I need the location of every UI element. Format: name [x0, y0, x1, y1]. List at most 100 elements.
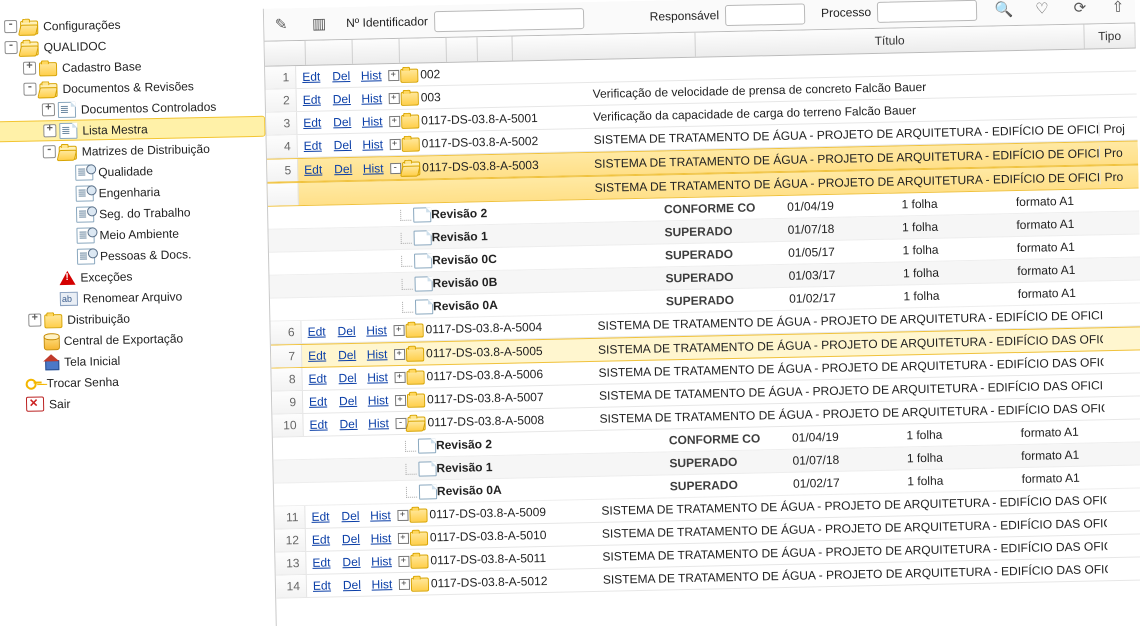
expand-icon[interactable]: + — [398, 579, 409, 590]
del-link[interactable]: Del — [327, 92, 357, 107]
edt-link[interactable]: Edt — [297, 115, 327, 130]
edt-link[interactable]: Edt — [298, 162, 328, 177]
upload-icon[interactable]: ⇧ — [1107, 0, 1129, 18]
hist-link[interactable]: Hist — [361, 323, 391, 338]
expand-icon[interactable]: + — [388, 93, 399, 104]
edt-link[interactable]: Edt — [312, 532, 330, 546]
expand-cell[interactable]: + — [388, 138, 402, 150]
expand-icon[interactable]: + — [28, 313, 41, 326]
edt-link[interactable]: Edt — [302, 371, 332, 386]
hist-link[interactable]: Hist — [363, 393, 393, 408]
collapse-icon[interactable]: - — [395, 418, 406, 429]
hist-link[interactable]: Hist — [358, 161, 388, 176]
expand-cell[interactable]: + — [396, 532, 410, 544]
expand-cell[interactable]: + — [397, 578, 411, 590]
heart-icon[interactable]: ♡ — [1031, 0, 1053, 20]
edt-link[interactable]: Edt — [312, 555, 330, 569]
del-link[interactable]: Del — [338, 348, 356, 362]
edt-link[interactable]: Edt — [303, 394, 333, 409]
expand-cell[interactable]: + — [387, 115, 401, 127]
collapse-icon[interactable]: - — [4, 20, 17, 33]
edt-link[interactable]: Edt — [308, 349, 326, 363]
hist-link[interactable]: Hist — [370, 531, 391, 545]
search-icon[interactable]: 🔍 — [993, 0, 1015, 20]
edt-link[interactable]: Edt — [307, 325, 325, 339]
hist-link[interactable]: Hist — [362, 370, 392, 385]
del-link[interactable]: Del — [333, 394, 363, 409]
hist-link[interactable]: Hist — [356, 68, 386, 83]
hist-link[interactable]: Hist — [365, 508, 395, 523]
ident-input[interactable] — [434, 8, 584, 32]
expand-cell[interactable]: + — [395, 509, 409, 521]
del-link[interactable]: Del — [339, 417, 357, 431]
edt-link[interactable]: Edt — [313, 578, 331, 592]
collapse-icon[interactable]: - — [4, 41, 17, 54]
expand-cell[interactable]: + — [386, 69, 400, 81]
edt-link[interactable]: Edt — [302, 348, 332, 363]
proc-input[interactable] — [877, 0, 977, 22]
del-link[interactable]: Del — [336, 532, 366, 547]
tree-item[interactable]: Sair — [3, 389, 271, 416]
collapse-icon[interactable]: - — [43, 145, 56, 158]
refresh-icon[interactable]: ⟳ — [1069, 0, 1091, 19]
hist-link[interactable]: Hist — [361, 68, 382, 82]
del-link[interactable]: Del — [341, 509, 359, 523]
hist-link[interactable]: Hist — [357, 91, 387, 106]
collapse-icon[interactable]: - — [390, 163, 401, 174]
edt-link[interactable]: Edt — [311, 509, 329, 523]
expand-icon[interactable]: + — [397, 533, 408, 544]
del-link[interactable]: Del — [337, 578, 367, 593]
del-link[interactable]: Del — [335, 509, 365, 524]
hist-link[interactable]: Hist — [366, 531, 396, 546]
edt-link[interactable]: Edt — [302, 70, 320, 84]
expand-icon[interactable]: + — [394, 395, 405, 406]
hist-link[interactable]: Hist — [357, 114, 387, 129]
edt-link[interactable]: Edt — [308, 372, 326, 386]
edt-link[interactable]: Edt — [304, 163, 322, 177]
hist-link[interactable]: Hist — [371, 577, 392, 591]
hist-link[interactable]: Hist — [367, 370, 388, 384]
expand-icon[interactable]: + — [394, 372, 405, 383]
del-link[interactable]: Del — [336, 555, 366, 570]
expand-cell[interactable]: + — [396, 555, 410, 567]
del-link[interactable]: Del — [343, 578, 361, 592]
del-link[interactable]: Del — [342, 555, 360, 569]
expand-cell[interactable]: + — [392, 371, 406, 383]
del-link[interactable]: Del — [331, 324, 361, 339]
del-link[interactable]: Del — [333, 92, 351, 106]
edt-link[interactable]: Edt — [306, 532, 336, 547]
edt-link[interactable]: Edt — [301, 324, 331, 339]
expand-icon[interactable]: + — [42, 103, 55, 116]
hist-link[interactable]: Hist — [358, 137, 388, 152]
edt-link[interactable]: Edt — [306, 555, 336, 570]
del-link[interactable]: Del — [332, 69, 350, 83]
edt-link[interactable]: Edt — [303, 116, 321, 130]
hist-link[interactable]: Hist — [366, 554, 396, 569]
expand-cell[interactable]: + — [393, 394, 407, 406]
del-link[interactable]: Del — [328, 138, 358, 153]
hist-link[interactable]: Hist — [368, 416, 389, 430]
edt-link[interactable]: Edt — [297, 92, 327, 107]
edt-link[interactable]: Edt — [309, 395, 327, 409]
hist-link[interactable]: Hist — [370, 508, 391, 522]
hist-link[interactable]: Hist — [363, 161, 384, 175]
edt-link[interactable]: Edt — [304, 139, 322, 153]
hist-link[interactable]: Hist — [363, 416, 393, 431]
hist-link[interactable]: Hist — [361, 91, 382, 105]
hist-link[interactable]: Hist — [367, 577, 397, 592]
hist-link[interactable]: Hist — [366, 323, 387, 337]
hist-link[interactable]: Hist — [368, 393, 389, 407]
hist-link[interactable]: Hist — [362, 114, 383, 128]
collapse-icon[interactable]: - — [23, 83, 36, 96]
del-link[interactable]: Del — [342, 532, 360, 546]
del-link[interactable]: Del — [337, 324, 355, 338]
expand-icon[interactable]: + — [43, 124, 56, 137]
del-link[interactable]: Del — [339, 394, 357, 408]
hist-link[interactable]: Hist — [371, 554, 392, 568]
hist-link[interactable]: Hist — [362, 347, 392, 362]
edt-link[interactable]: Edt — [303, 93, 321, 107]
del-link[interactable]: Del — [338, 371, 356, 385]
del-link[interactable]: Del — [327, 115, 357, 130]
edt-link[interactable]: Edt — [307, 578, 337, 593]
del-link[interactable]: Del — [334, 138, 352, 152]
